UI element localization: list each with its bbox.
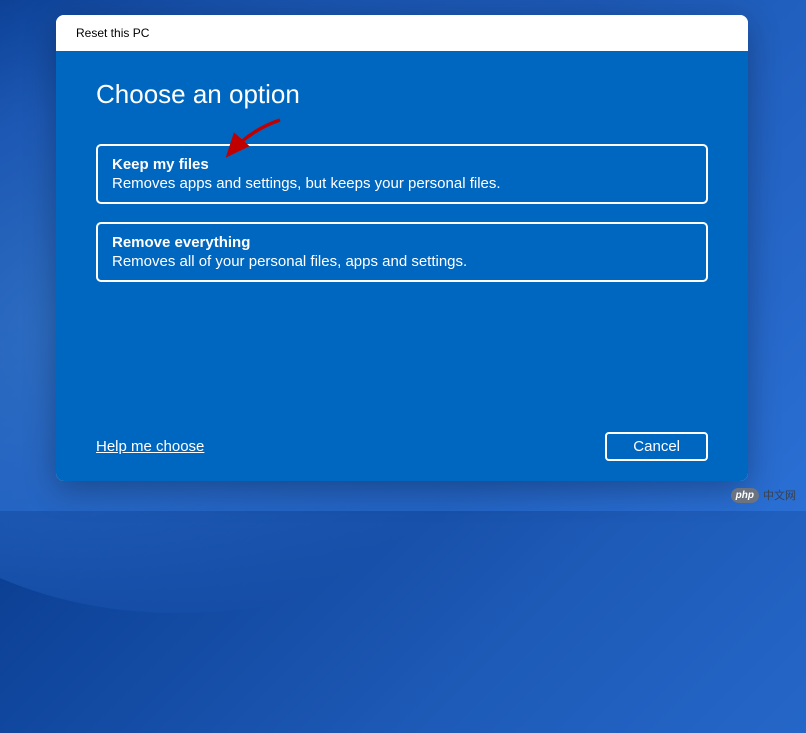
option-description: Removes apps and settings, but keeps you… [112, 175, 692, 192]
option-remove-everything[interactable]: Remove everything Removes all of your pe… [96, 222, 708, 282]
option-title: Keep my files [112, 156, 692, 173]
reset-pc-dialog: Reset this PC Choose an option Keep my f… [56, 15, 748, 481]
page-heading: Choose an option [96, 79, 708, 110]
options-list: Keep my files Removes apps and settings,… [96, 144, 708, 282]
dialog-content: Choose an option Keep my files Removes a… [56, 51, 748, 481]
dialog-titlebar: Reset this PC [56, 15, 748, 51]
dialog-footer: Help me choose Cancel [96, 412, 708, 461]
watermark: php 中文网 [731, 487, 796, 503]
option-title: Remove everything [112, 234, 692, 251]
option-description: Removes all of your personal files, apps… [112, 253, 692, 270]
watermark-text: 中文网 [763, 487, 796, 503]
dialog-title: Reset this PC [76, 26, 149, 40]
cancel-button[interactable]: Cancel [605, 432, 708, 461]
help-me-choose-link[interactable]: Help me choose [96, 438, 204, 455]
watermark-badge: php [731, 488, 759, 503]
option-keep-my-files[interactable]: Keep my files Removes apps and settings,… [96, 144, 708, 204]
